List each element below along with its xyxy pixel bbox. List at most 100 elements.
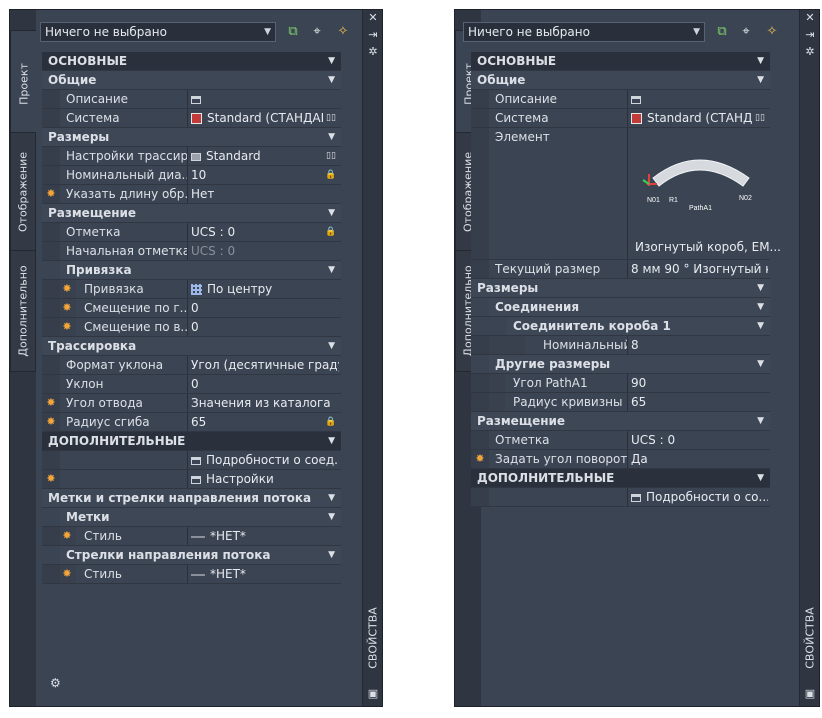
property-value[interactable]: По центру [191, 280, 339, 298]
property-row[interactable]: Номинальный диа... 10 🔒 [42, 166, 341, 185]
property-row[interactable]: ✸ Привязка По центру [42, 280, 341, 299]
property-value[interactable]: Нет [191, 185, 339, 203]
settings-icon[interactable]: ✲ [367, 46, 379, 58]
collapse-icon[interactable]: ▼ [328, 71, 335, 89]
property-row[interactable]: Текущий размер 8 мм 90 ° Изогнутый к... [471, 260, 770, 279]
property-row[interactable]: Начальная отметка UCS : 0 [42, 242, 341, 261]
category-row[interactable]: ОСНОВНЫЕ ▼ [42, 52, 341, 71]
tab-display[interactable]: Отображение [10, 132, 36, 252]
property-value[interactable]: 10 [191, 166, 323, 184]
collapse-icon[interactable]: ▼ [328, 128, 335, 146]
autohide-icon[interactable]: ⇥ [804, 29, 816, 41]
property-value[interactable]: UCS : 0 [191, 223, 323, 241]
property-value[interactable]: 8 [631, 336, 768, 354]
collapse-icon[interactable]: ▼ [757, 52, 764, 70]
close-icon[interactable]: ✕ [367, 12, 379, 24]
browse-button[interactable]: ▯▯ [325, 109, 337, 127]
category-row[interactable]: Размеры ▼ [42, 128, 341, 147]
collapse-icon[interactable]: ▼ [328, 204, 335, 222]
property-row[interactable]: Радиус кривизны R1 65 [471, 393, 770, 412]
property-row[interactable]: ✸ Указать длину обр... Нет [42, 185, 341, 204]
property-value[interactable]: 8 мм 90 ° Изогнутый к... [631, 260, 768, 278]
property-row[interactable]: ✸ Настройки [42, 470, 341, 489]
category-row[interactable]: Размещение ▼ [42, 204, 341, 223]
property-value[interactable]: Standard (СТАНДАРТ [191, 109, 323, 127]
property-value[interactable]: Standard (СТАНДА [631, 109, 752, 127]
property-row[interactable]: ✸ Стиль *НЕТ* [42, 565, 341, 584]
settings-icon[interactable]: ✲ [804, 46, 816, 58]
category-row[interactable]: ДОПОЛНИТЕЛЬНЫЕ ▼ [42, 432, 341, 451]
property-value[interactable]: Да [631, 450, 768, 468]
collapse-icon[interactable]: ▼ [757, 469, 764, 487]
property-row[interactable]: Уклон 0 [42, 375, 341, 394]
property-row[interactable]: Подробности о соед... [42, 451, 341, 470]
quick-select-icon[interactable]: ⧉ [713, 23, 731, 41]
property-value[interactable]: 65 [631, 393, 768, 411]
collapse-icon[interactable]: ▼ [328, 337, 335, 355]
property-value[interactable]: Настройки [191, 470, 339, 488]
toggle-pickadd-icon[interactable]: ✧ [334, 23, 352, 41]
property-row[interactable]: Описание [471, 90, 770, 109]
property-row[interactable]: ✸ Смещение по г... 0 [42, 299, 341, 318]
property-value[interactable]: *НЕТ* [191, 565, 339, 583]
category-row[interactable]: ОСНОВНЫЕ ▼ [471, 52, 770, 71]
property-value[interactable]: UCS : 0 [631, 431, 768, 449]
property-value[interactable]: Значения из каталога [191, 394, 339, 412]
category-row[interactable]: Метки и стрелки направления потока ▼ [42, 489, 341, 508]
collapse-icon[interactable]: ▼ [757, 279, 764, 297]
property-row[interactable]: Угол PathA1 90 [471, 374, 770, 393]
palette-menu-icon[interactable]: ▣ [367, 688, 379, 700]
category-row[interactable]: ДОПОЛНИТЕЛЬНЫЕ ▼ [471, 469, 770, 488]
tab-project[interactable]: Проект [10, 30, 36, 138]
collapse-icon[interactable]: ▼ [757, 317, 764, 335]
category-row[interactable]: Размещение ▼ [471, 412, 770, 431]
lock-icon[interactable]: 🔒 [325, 413, 337, 431]
category-row[interactable]: Общие ▼ [42, 71, 341, 90]
tab-extended[interactable]: Дополнительно [10, 250, 36, 372]
property-row[interactable]: ✸ Угол отвода Значения из каталога [42, 394, 341, 413]
customize-icon[interactable]: ⚙ [50, 676, 61, 690]
category-row[interactable]: Другие размеры ▼ [471, 355, 770, 374]
select-objects-icon[interactable]: ⌖ [308, 23, 326, 41]
property-row[interactable]: Система Standard (СТАНДАРТ ▯▯ [42, 109, 341, 128]
property-row[interactable]: ✸ Стиль *НЕТ* [42, 527, 341, 546]
property-value[interactable]: 65 [191, 413, 323, 431]
palette-menu-icon[interactable]: ▣ [804, 688, 816, 700]
collapse-icon[interactable]: ▼ [757, 71, 764, 89]
autohide-icon[interactable]: ⇥ [367, 29, 379, 41]
selection-dropdown[interactable]: Ничего не выбрано ▼ [463, 22, 705, 42]
property-value[interactable]: Standard [191, 147, 323, 165]
collapse-icon[interactable]: ▼ [328, 546, 335, 564]
category-row[interactable]: Соединитель короба 1 ▼ [471, 317, 770, 336]
collapse-icon[interactable]: ▼ [328, 508, 335, 526]
collapse-icon[interactable]: ▼ [328, 261, 335, 279]
category-row[interactable]: Стрелки направления потока ▼ [42, 546, 341, 565]
property-row[interactable]: Отметка UCS : 0 [471, 431, 770, 450]
browse-button[interactable]: ▯▯ [754, 109, 766, 127]
category-row[interactable]: Размеры ▼ [471, 279, 770, 298]
select-objects-icon[interactable]: ⌖ [737, 23, 755, 41]
category-row[interactable]: Общие ▼ [471, 71, 770, 90]
property-value[interactable]: Подробности о соед... [191, 451, 339, 469]
category-row[interactable]: Привязка ▼ [42, 261, 341, 280]
category-row[interactable]: Соединения ▼ [471, 298, 770, 317]
property-row[interactable]: Описание [42, 90, 341, 109]
collapse-icon[interactable]: ▼ [757, 412, 764, 430]
property-value[interactable]: 0 [191, 299, 339, 317]
collapse-icon[interactable]: ▼ [328, 432, 335, 450]
property-value[interactable]: Угол (десятичные граду... [191, 356, 339, 374]
quick-select-icon[interactable]: ⧉ [284, 23, 302, 41]
property-row[interactable]: Формат уклона Угол (десятичные граду... [42, 356, 341, 375]
property-value[interactable] [631, 90, 768, 108]
property-row[interactable]: Элемент N01 R1 PathA1 N02 Изогнутый короб, ЕМ… [471, 128, 781, 260]
selection-dropdown[interactable]: Ничего не выбрано ▼ [40, 22, 276, 42]
property-value[interactable]: Подробности о со... [631, 488, 768, 506]
property-value[interactable]: *НЕТ* [191, 527, 339, 545]
property-row[interactable]: Номинальный... 8 [471, 336, 770, 355]
property-row[interactable]: Подробности о со... [471, 488, 770, 507]
element-preview[interactable]: N01 R1 PathA1 N02 Изогнутый короб, ЕМ... [631, 128, 781, 260]
property-row[interactable]: ✸ Задать угол поворота... Да [471, 450, 770, 469]
toggle-pickadd-icon[interactable]: ✧ [763, 23, 781, 41]
property-row[interactable]: ✸ Смещение по в... 0 [42, 318, 341, 337]
collapse-icon[interactable]: ▼ [757, 355, 764, 373]
